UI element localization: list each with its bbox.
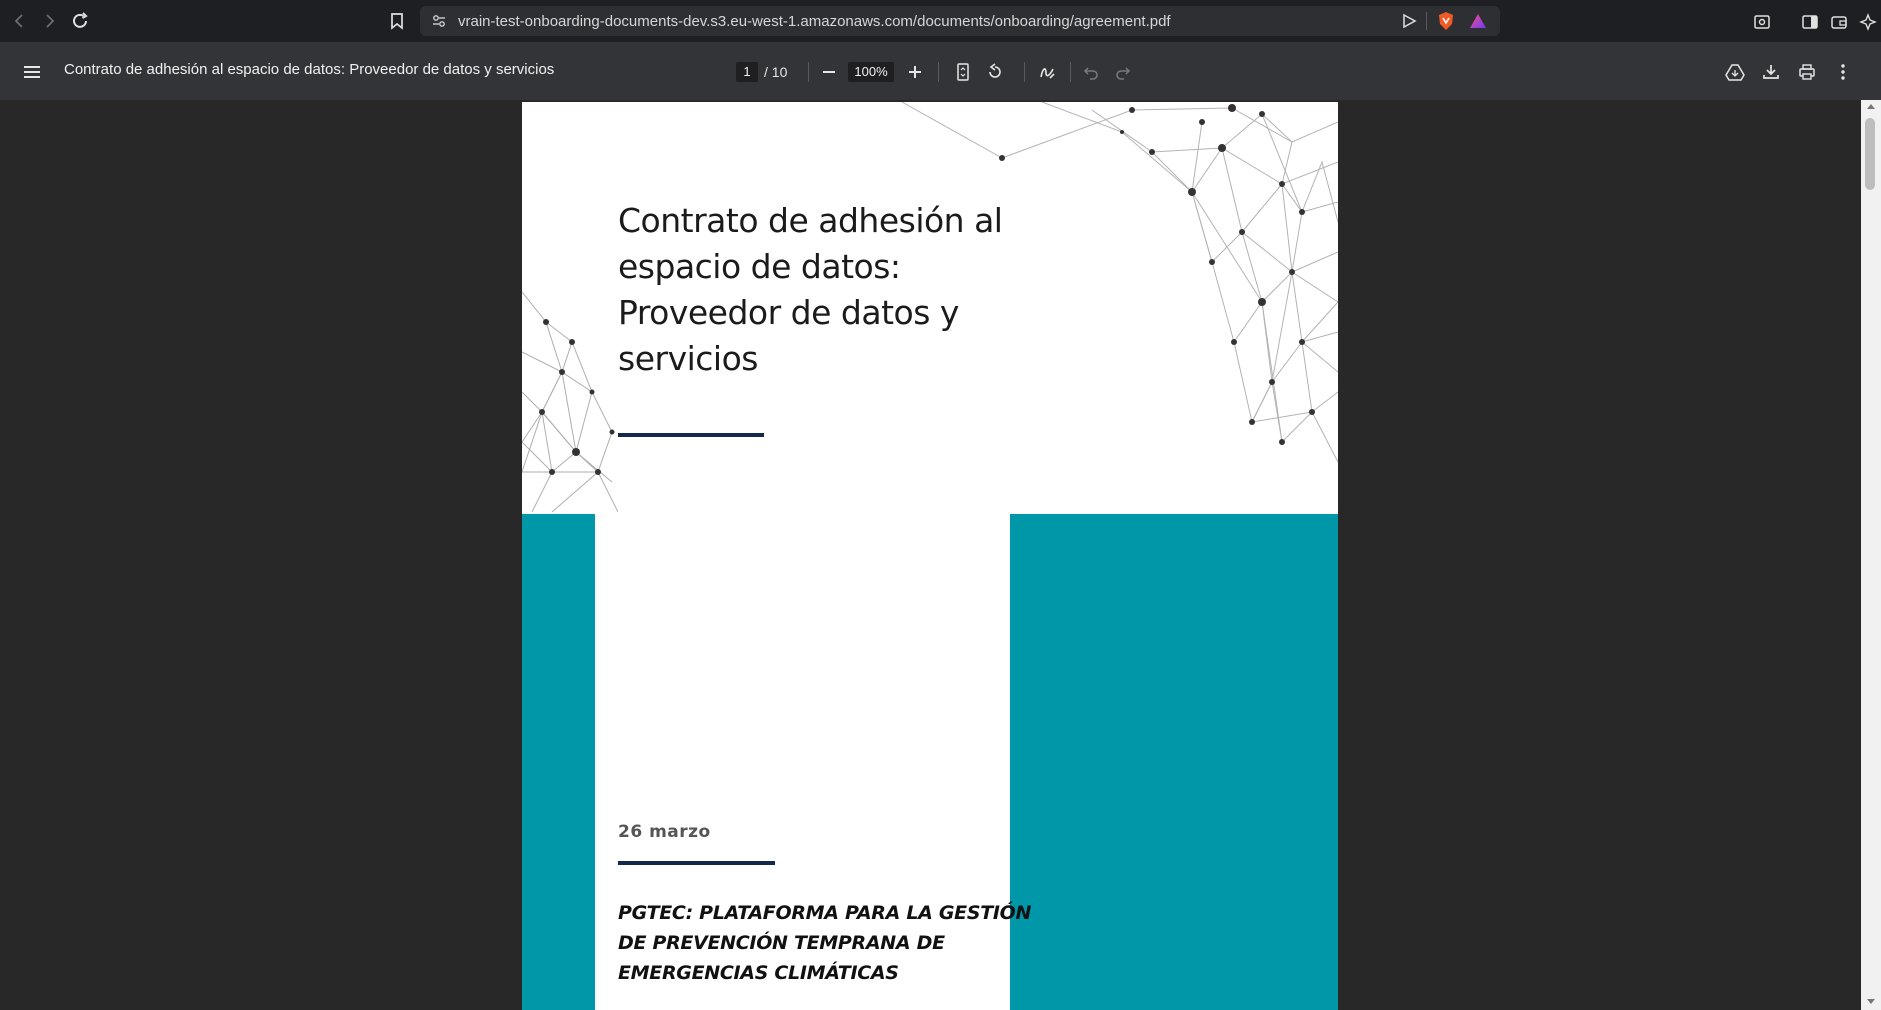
date-underline: [618, 861, 775, 865]
pdf-page: Contrato de adhesión al espacio de datos…: [522, 102, 1338, 1010]
reload-icon[interactable]: [68, 9, 92, 33]
print-icon[interactable]: [1796, 61, 1818, 83]
screenshot-icon[interactable]: [1751, 11, 1773, 33]
wallet-icon[interactable]: [1828, 11, 1850, 33]
zoom-level-input[interactable]: 100%: [848, 62, 894, 82]
rotate-icon[interactable]: [984, 61, 1006, 83]
save-drive-icon[interactable]: [1724, 61, 1746, 83]
leo-icon[interactable]: [1857, 11, 1879, 33]
title-underline: [618, 433, 764, 437]
cover-title: Contrato de adhesión al espacio de datos…: [618, 201, 1003, 378]
brave-rewards-icon[interactable]: [1468, 11, 1488, 31]
send-icon[interactable]: [1400, 12, 1418, 30]
scroll-down-arrow-icon[interactable]: [1866, 998, 1876, 1006]
toolbar-divider: [1070, 62, 1071, 82]
cover-subtitle: PGTEC: PLATAFORMA PARA LA GESTIÓN DE PRE…: [618, 902, 1032, 984]
back-icon[interactable]: [8, 9, 32, 33]
toolbar-divider: [938, 62, 939, 82]
undo-icon[interactable]: [1080, 61, 1102, 83]
forward-icon[interactable]: [37, 9, 61, 33]
fit-page-icon[interactable]: [952, 61, 974, 83]
zoom-in-icon[interactable]: [904, 61, 926, 83]
sidebar-icon[interactable]: [1799, 11, 1821, 33]
brave-shield-icon[interactable]: [1436, 11, 1456, 31]
download-icon[interactable]: [1760, 61, 1782, 83]
zoom-out-icon[interactable]: [818, 61, 840, 83]
site-info-icon[interactable]: [430, 12, 448, 30]
bookmark-icon[interactable]: [385, 9, 409, 33]
network-graphic-left: [522, 291, 618, 512]
browser-toolbar: vrain-test-onboarding-documents-dev.s3.e…: [0, 0, 1881, 42]
page-number-input[interactable]: 1: [736, 62, 758, 82]
url-text[interactable]: vrain-test-onboarding-documents-dev.s3.e…: [458, 13, 1171, 30]
address-bar[interactable]: vrain-test-onboarding-documents-dev.s3.e…: [420, 6, 1500, 36]
toolbar-divider: [808, 62, 809, 82]
teal-block-right: [1010, 514, 1338, 1010]
pdf-document-title: Contrato de adhesión al espacio de datos…: [64, 61, 555, 78]
vertical-scrollbar[interactable]: [1861, 100, 1881, 1010]
scroll-up-arrow-icon[interactable]: [1866, 102, 1876, 110]
page-count: / 10: [764, 64, 788, 80]
more-icon[interactable]: [1832, 61, 1854, 83]
scrollbar-thumb[interactable]: [1865, 118, 1875, 190]
menu-icon[interactable]: [20, 60, 44, 84]
redo-icon[interactable]: [1112, 61, 1134, 83]
omnibox-divider: [1426, 12, 1427, 30]
teal-band-left: [522, 514, 595, 1010]
toolbar-divider: [1024, 62, 1025, 82]
annotate-icon[interactable]: [1036, 61, 1058, 83]
pdf-toolbar: Contrato de adhesión al espacio de datos…: [0, 42, 1881, 100]
cover-date: 26 marzo: [618, 822, 711, 842]
